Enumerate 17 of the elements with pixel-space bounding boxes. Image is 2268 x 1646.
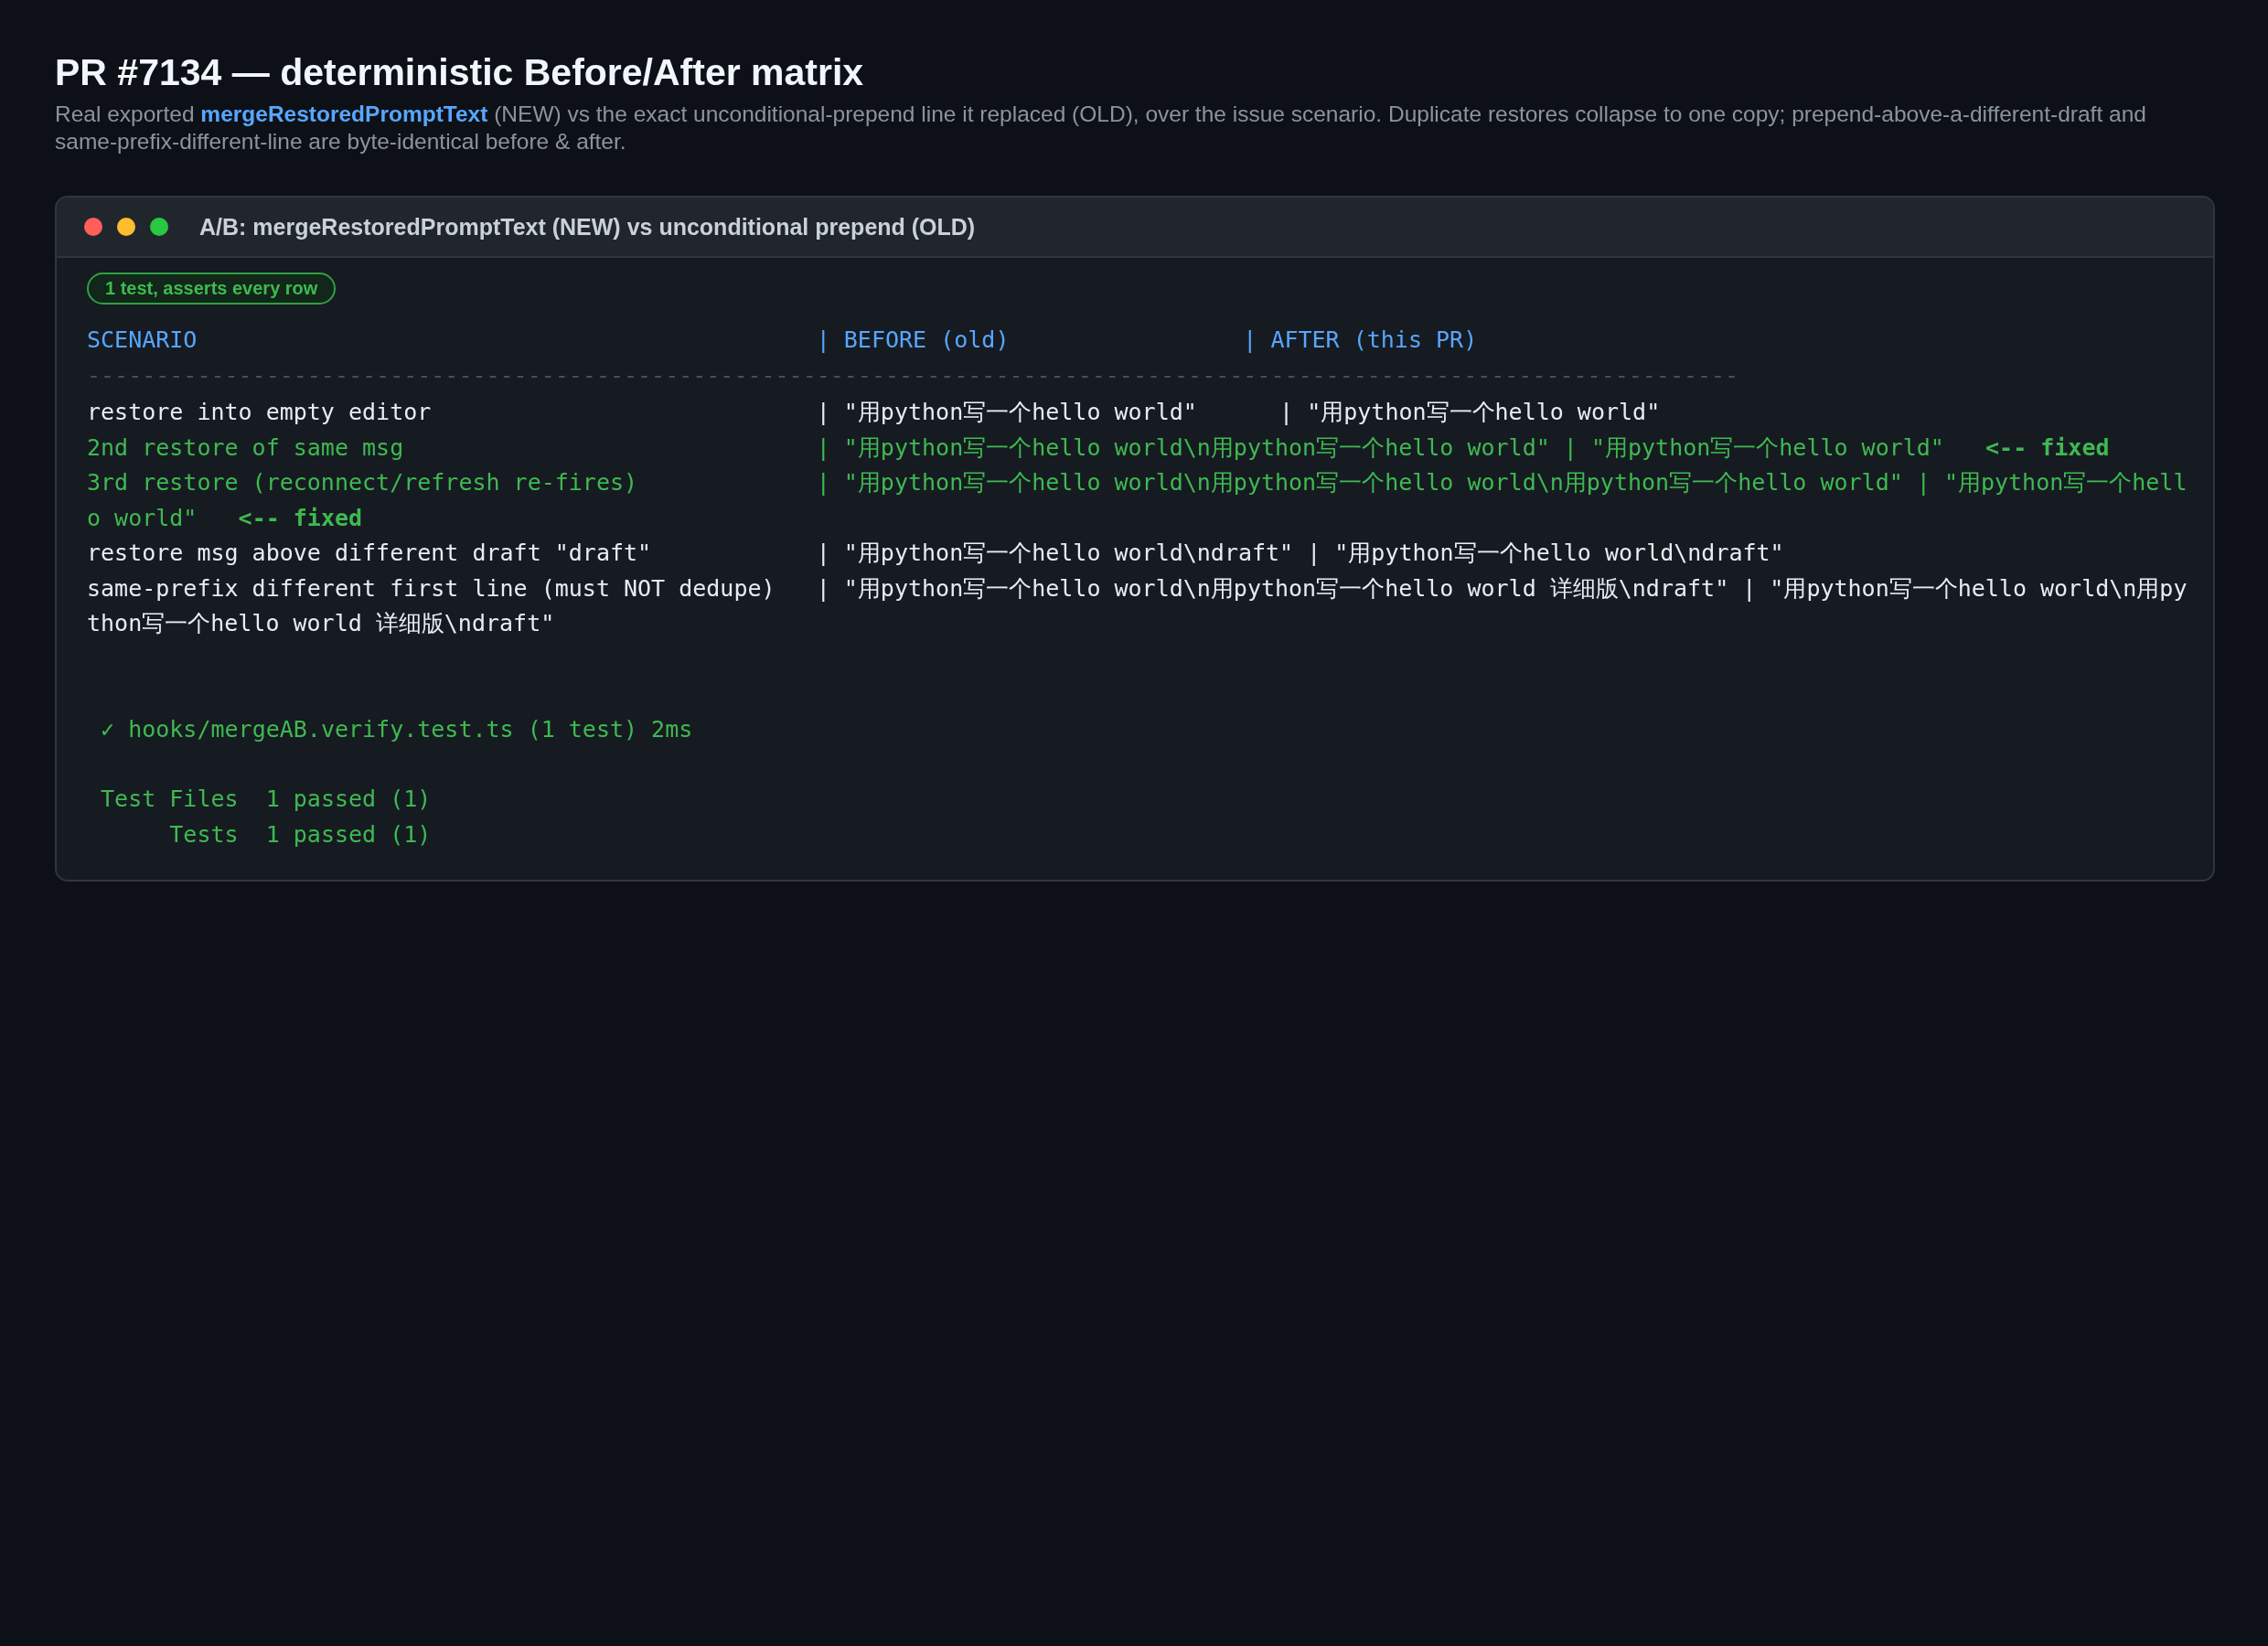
test-result-line: ✓ hooks/mergeAB.verify.test.ts (1 test) 2ms — [100, 714, 694, 744]
result-row-text: 2nd restore of same msg | "用python写一个hello world\n用python写一个hello world" | "用python写一个hello world" <-- fixed — [87, 433, 2111, 463]
result-row-text: same-prefix different first line (must NOT dedupe) | "用python写一个hello world\n用python写一个hello world 详细版\ndraft" | "用python写一个hello world\n用python写一个hello world 详细版\ndraft" — [87, 573, 2188, 638]
maximize-dot[interactable] — [150, 218, 168, 236]
page-description: Real exported mergeRestoredPromptText (NEW) vs the exact unconditional-prepend line it replaced (OLD), over the issue scenario. Duplicate restores collapse to one copy; prepend-above-a-different-draft and same-prefix-different-line are byte-identical before & after. — [55, 101, 2147, 155]
page-title: PR #7134 — deterministic Before/After matrix — [55, 50, 865, 95]
result-row-text: restore into empty editor | "用python写一个hello world" | "用python写一个hello world" — [87, 398, 1662, 427]
result-row-text: restore msg above different draft "draft" | "用python写一个hello world\ndraft" | "用python写一个hello world\ndraft" — [87, 539, 1785, 568]
close-dot[interactable] — [84, 218, 102, 236]
minimize-dot[interactable] — [117, 218, 135, 236]
table-header-line: SCENARIO | BEFORE (old) | AFTER (this PR) — [87, 326, 1479, 355]
result-row-text: 3rd restore (reconnect/refresh re-fires) | "用python写一个hello world\n用python写一个hello world\n用python写一个hello world" | "用python写一个hello world" <-- fixed — [87, 468, 2188, 533]
test-badge: 1 test, asserts every row — [87, 273, 337, 305]
divider-line: ------------------------------------------------------------------------------------------------------------------------ — [87, 360, 1740, 390]
summary-line: Tests 1 passed (1) — [168, 819, 433, 850]
summary-line: Test Files 1 passed (1) — [100, 785, 433, 814]
window-title: A/B: mergeRestoredPromptText (NEW) vs unconditional prepend (OLD) — [199, 213, 976, 240]
